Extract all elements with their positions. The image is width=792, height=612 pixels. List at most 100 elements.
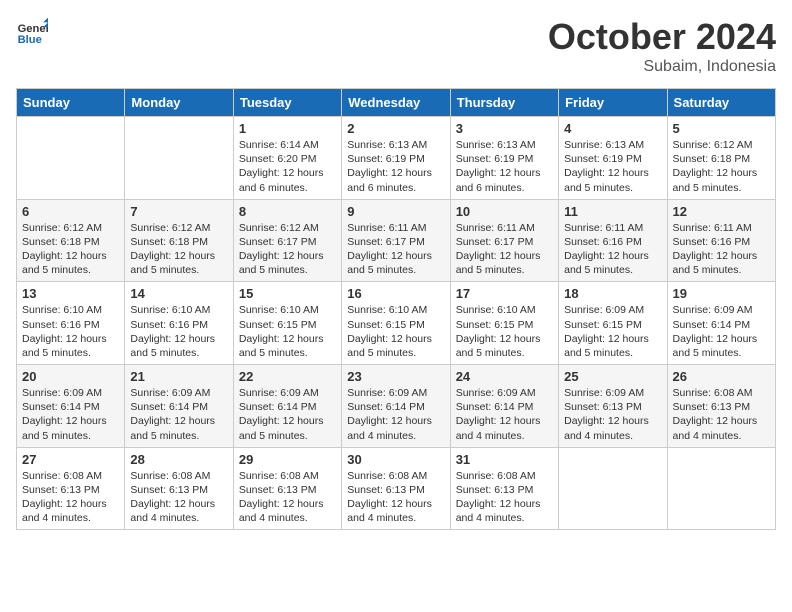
calendar-cell	[17, 117, 125, 200]
calendar-cell: 9 Sunrise: 6:11 AM Sunset: 6:17 PM Daylig…	[342, 199, 450, 282]
day-number: 11	[564, 204, 661, 219]
day-number: 15	[239, 286, 336, 301]
calendar-cell: 2 Sunrise: 6:13 AM Sunset: 6:19 PM Daylig…	[342, 117, 450, 200]
cell-text: Sunrise: 6:09 AM Sunset: 6:13 PM Dayligh…	[564, 386, 661, 443]
cell-text: Sunrise: 6:08 AM Sunset: 6:13 PM Dayligh…	[456, 469, 553, 526]
logo: General Blue	[16, 16, 48, 48]
weekday-header: Friday	[559, 89, 667, 117]
calendar-week: 1Sunrise: 6:14 AM Sunset: 6:20 PM Daylig…	[17, 117, 776, 200]
cell-text: Sunrise: 6:13 AM Sunset: 6:19 PM Dayligh…	[564, 138, 661, 195]
calendar-cell: 10 Sunrise: 6:11 AM Sunset: 6:17 PM Dayli…	[450, 199, 558, 282]
calendar-cell: 19 Sunrise: 6:09 AM Sunset: 6:14 PM Dayli…	[667, 282, 775, 365]
header-row: SundayMondayTuesdayWednesdayThursdayFrid…	[17, 89, 776, 117]
weekday-header: Tuesday	[233, 89, 341, 117]
cell-text: Sunrise: 6:09 AM Sunset: 6:14 PM Dayligh…	[130, 386, 227, 443]
weekday-header: Monday	[125, 89, 233, 117]
page-header: General Blue October 2024 Subaim, Indone…	[16, 16, 776, 76]
calendar-cell: 22 Sunrise: 6:09 AM Sunset: 6:14 PM Dayli…	[233, 365, 341, 448]
day-number: 4	[564, 121, 661, 136]
calendar-cell: 6Sunrise: 6:12 AM Sunset: 6:18 PM Daylig…	[17, 199, 125, 282]
day-number: 2	[347, 121, 444, 136]
day-number: 16	[347, 286, 444, 301]
cell-text: Sunrise: 6:12 AM Sunset: 6:18 PM Dayligh…	[22, 221, 119, 278]
calendar-cell: 11 Sunrise: 6:11 AM Sunset: 6:16 PM Dayli…	[559, 199, 667, 282]
month-title: October 2024	[548, 16, 776, 58]
day-number: 7	[130, 204, 227, 219]
calendar-week: 13 Sunrise: 6:10 AM Sunset: 6:16 PM Dayli…	[17, 282, 776, 365]
cell-text: Sunrise: 6:11 AM Sunset: 6:16 PM Dayligh…	[564, 221, 661, 278]
cell-text: Sunrise: 6:08 AM Sunset: 6:13 PM Dayligh…	[347, 469, 444, 526]
calendar-cell: 21 Sunrise: 6:09 AM Sunset: 6:14 PM Dayli…	[125, 365, 233, 448]
calendar-cell: 5 Sunrise: 6:12 AM Sunset: 6:18 PM Daylig…	[667, 117, 775, 200]
svg-text:Blue: Blue	[18, 34, 42, 46]
calendar-cell	[667, 447, 775, 530]
day-number: 10	[456, 204, 553, 219]
day-number: 5	[673, 121, 770, 136]
cell-text: Sunrise: 6:12 AM Sunset: 6:18 PM Dayligh…	[673, 138, 770, 195]
day-number: 23	[347, 369, 444, 384]
calendar-cell: 20Sunrise: 6:09 AM Sunset: 6:14 PM Dayli…	[17, 365, 125, 448]
calendar-cell	[559, 447, 667, 530]
day-number: 27	[22, 452, 119, 467]
cell-text: Sunrise: 6:09 AM Sunset: 6:14 PM Dayligh…	[239, 386, 336, 443]
calendar-cell: 29 Sunrise: 6:08 AM Sunset: 6:13 PM Dayli…	[233, 447, 341, 530]
day-number: 18	[564, 286, 661, 301]
cell-text: Sunrise: 6:09 AM Sunset: 6:14 PM Dayligh…	[347, 386, 444, 443]
day-number: 29	[239, 452, 336, 467]
cell-text: Sunrise: 6:09 AM Sunset: 6:14 PM Dayligh…	[673, 303, 770, 360]
calendar-cell: 3 Sunrise: 6:13 AM Sunset: 6:19 PM Daylig…	[450, 117, 558, 200]
day-number: 14	[130, 286, 227, 301]
day-number: 9	[347, 204, 444, 219]
calendar-cell: 13 Sunrise: 6:10 AM Sunset: 6:16 PM Dayli…	[17, 282, 125, 365]
day-number: 8	[239, 204, 336, 219]
calendar-table: SundayMondayTuesdayWednesdayThursdayFrid…	[16, 88, 776, 530]
cell-text: Sunrise: 6:10 AM Sunset: 6:16 PM Dayligh…	[130, 303, 227, 360]
calendar-cell: 12 Sunrise: 6:11 AM Sunset: 6:16 PM Dayli…	[667, 199, 775, 282]
calendar-cell: 7 Sunrise: 6:12 AM Sunset: 6:18 PM Daylig…	[125, 199, 233, 282]
cell-text: Sunrise: 6:10 AM Sunset: 6:15 PM Dayligh…	[239, 303, 336, 360]
cell-text: Sunrise: 6:11 AM Sunset: 6:16 PM Dayligh…	[673, 221, 770, 278]
cell-text: Sunrise: 6:12 AM Sunset: 6:18 PM Dayligh…	[130, 221, 227, 278]
calendar-cell: 27 Sunrise: 6:08 AM Sunset: 6:13 PM Dayli…	[17, 447, 125, 530]
day-number: 3	[456, 121, 553, 136]
cell-text: Sunrise: 6:14 AM Sunset: 6:20 PM Dayligh…	[239, 138, 336, 195]
calendar-cell: 25 Sunrise: 6:09 AM Sunset: 6:13 PM Dayli…	[559, 365, 667, 448]
location-title: Subaim, Indonesia	[548, 58, 776, 76]
calendar-cell: 14 Sunrise: 6:10 AM Sunset: 6:16 PM Dayli…	[125, 282, 233, 365]
cell-text: Sunrise: 6:08 AM Sunset: 6:13 PM Dayligh…	[239, 469, 336, 526]
calendar-cell: 23 Sunrise: 6:09 AM Sunset: 6:14 PM Dayli…	[342, 365, 450, 448]
cell-text: Sunrise: 6:10 AM Sunset: 6:16 PM Dayligh…	[22, 303, 119, 360]
cell-text: Sunrise: 6:13 AM Sunset: 6:19 PM Dayligh…	[456, 138, 553, 195]
cell-text: Sunrise: 6:10 AM Sunset: 6:15 PM Dayligh…	[347, 303, 444, 360]
calendar-cell: 18Sunrise: 6:09 AM Sunset: 6:15 PM Dayli…	[559, 282, 667, 365]
weekday-header: Wednesday	[342, 89, 450, 117]
cell-text: Sunrise: 6:08 AM Sunset: 6:13 PM Dayligh…	[673, 386, 770, 443]
logo-icon: General Blue	[16, 16, 48, 48]
calendar-week: 6Sunrise: 6:12 AM Sunset: 6:18 PM Daylig…	[17, 199, 776, 282]
cell-text: Sunrise: 6:12 AM Sunset: 6:17 PM Dayligh…	[239, 221, 336, 278]
cell-text: Sunrise: 6:11 AM Sunset: 6:17 PM Dayligh…	[347, 221, 444, 278]
calendar-cell: 26 Sunrise: 6:08 AM Sunset: 6:13 PM Dayli…	[667, 365, 775, 448]
day-number: 24	[456, 369, 553, 384]
day-number: 21	[130, 369, 227, 384]
cell-text: Sunrise: 6:11 AM Sunset: 6:17 PM Dayligh…	[456, 221, 553, 278]
calendar-cell: 4 Sunrise: 6:13 AM Sunset: 6:19 PM Daylig…	[559, 117, 667, 200]
day-number: 19	[673, 286, 770, 301]
calendar-cell: 17Sunrise: 6:10 AM Sunset: 6:15 PM Dayli…	[450, 282, 558, 365]
calendar-cell: 16 Sunrise: 6:10 AM Sunset: 6:15 PM Dayli…	[342, 282, 450, 365]
cell-text: Sunrise: 6:09 AM Sunset: 6:14 PM Dayligh…	[22, 386, 119, 443]
calendar-cell: 8 Sunrise: 6:12 AM Sunset: 6:17 PM Daylig…	[233, 199, 341, 282]
day-number: 28	[130, 452, 227, 467]
day-number: 22	[239, 369, 336, 384]
day-number: 13	[22, 286, 119, 301]
calendar-cell: 30Sunrise: 6:08 AM Sunset: 6:13 PM Dayli…	[342, 447, 450, 530]
calendar-body: 1Sunrise: 6:14 AM Sunset: 6:20 PM Daylig…	[17, 117, 776, 530]
calendar-cell: 28Sunrise: 6:08 AM Sunset: 6:13 PM Dayli…	[125, 447, 233, 530]
cell-text: Sunrise: 6:08 AM Sunset: 6:13 PM Dayligh…	[22, 469, 119, 526]
day-number: 12	[673, 204, 770, 219]
cell-text: Sunrise: 6:10 AM Sunset: 6:15 PM Dayligh…	[456, 303, 553, 360]
day-number: 25	[564, 369, 661, 384]
calendar-cell	[125, 117, 233, 200]
day-number: 26	[673, 369, 770, 384]
cell-text: Sunrise: 6:13 AM Sunset: 6:19 PM Dayligh…	[347, 138, 444, 195]
